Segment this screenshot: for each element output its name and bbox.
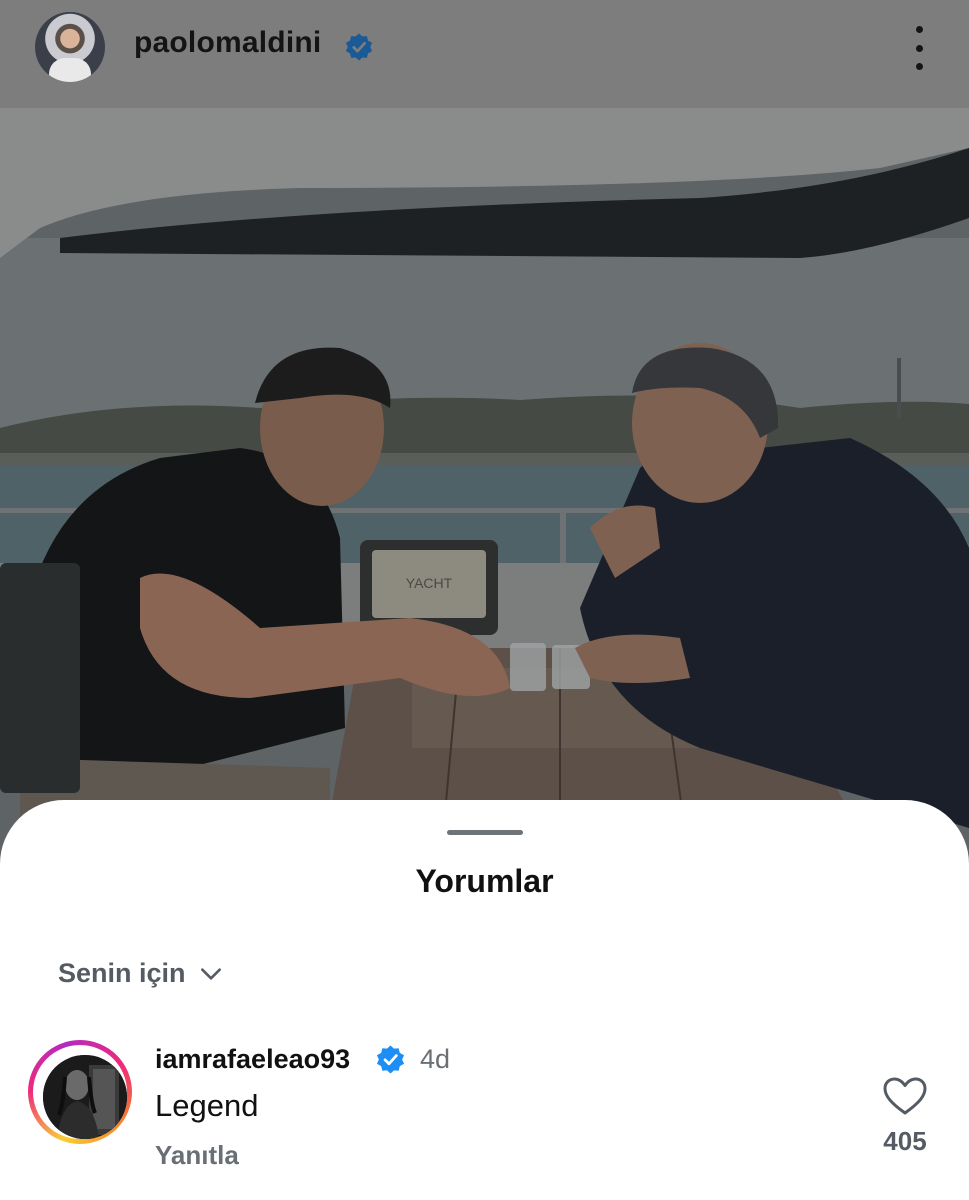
more-options-icon[interactable] bbox=[906, 26, 932, 70]
author-avatar[interactable] bbox=[35, 12, 105, 82]
post-header: paolomaldini bbox=[0, 0, 969, 108]
commenter-username[interactable]: iamrafaeleao93 bbox=[155, 1044, 350, 1075]
sort-dropdown[interactable]: Senin için bbox=[58, 958, 224, 989]
drag-handle[interactable] bbox=[447, 830, 523, 835]
author-username[interactable]: paolomaldini bbox=[134, 26, 321, 60]
comment-item: iamrafaeleao93 4d Legend Yanıtla 405 bbox=[0, 1036, 969, 1186]
sort-label: Senin için bbox=[58, 958, 186, 988]
comment-timestamp: 4d bbox=[420, 1044, 451, 1074]
like-count: 405 bbox=[883, 1126, 927, 1156]
story-ring[interactable] bbox=[28, 1040, 132, 1144]
comment-text: Legend bbox=[155, 1088, 259, 1123]
chevron-down-icon bbox=[200, 967, 221, 980]
commenter-avatar[interactable] bbox=[43, 1055, 127, 1139]
reply-button[interactable]: Yanıtla bbox=[155, 1140, 239, 1171]
sheet-title: Yorumlar bbox=[415, 863, 554, 899]
yacht-print: YACHT bbox=[406, 575, 453, 591]
heart-icon[interactable] bbox=[880, 1076, 930, 1116]
verified-badge-icon bbox=[345, 33, 373, 61]
verified-badge-icon bbox=[376, 1045, 405, 1074]
post-photo[interactable]: YACHT bbox=[0, 108, 969, 868]
comments-sheet: Yorumlar Senin için iamrafaeleao93 4d Le… bbox=[0, 800, 969, 1200]
